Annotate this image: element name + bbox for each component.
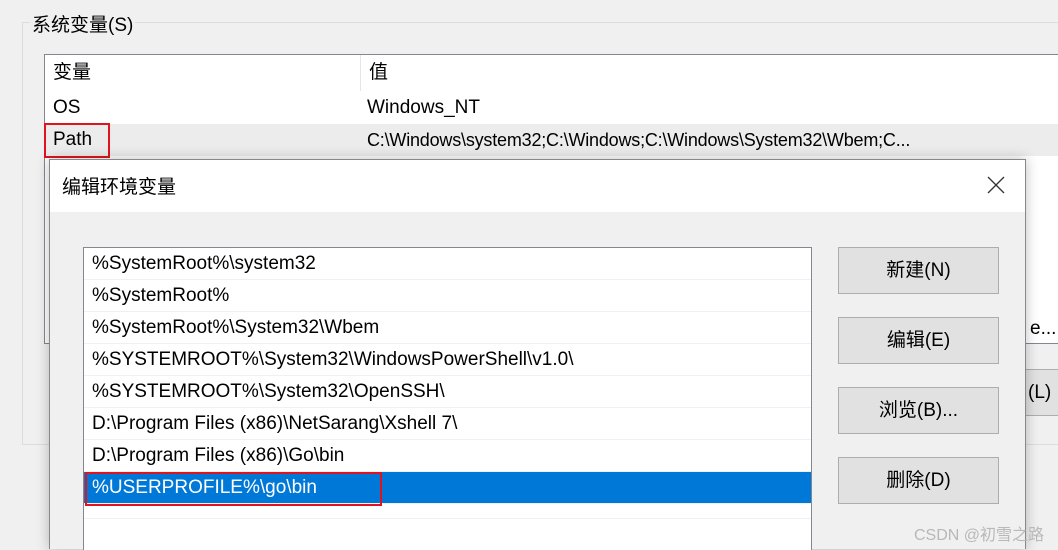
- path-list-item[interactable]: D:\Program Files (x86)\NetSarang\Xshell …: [84, 408, 811, 440]
- highlight-box-selected: [85, 472, 382, 506]
- path-list-item[interactable]: %SystemRoot%: [84, 280, 811, 312]
- path-list-item[interactable]: %SYSTEMROOT%\System32\OpenSSH\: [84, 376, 811, 408]
- variable-value: C:\Windows\system32;C:\Windows;C:\Window…: [367, 130, 911, 150]
- path-list-item[interactable]: %SYSTEMROOT%\System32\WindowsPowerShell\…: [84, 344, 811, 376]
- partial-button[interactable]: (L): [1025, 369, 1058, 416]
- variable-row-path[interactable]: Path C:\Windows\system32;C:\Windows;C:\W…: [45, 124, 1058, 156]
- path-list-item[interactable]: %SystemRoot%\system32: [84, 248, 811, 280]
- variable-row-os[interactable]: OS Windows_NT: [45, 92, 1058, 124]
- highlight-box-path: [44, 123, 110, 158]
- delete-button[interactable]: 删除(D): [838, 457, 999, 504]
- partial-button-label: e...: [1030, 318, 1057, 339]
- path-list-item[interactable]: %SystemRoot%\System32\Wbem: [84, 312, 811, 344]
- empty-list-row[interactable]: [84, 504, 811, 519]
- dialog-title: 编辑环境变量: [62, 177, 177, 198]
- browse-button[interactable]: 浏览(B)...: [838, 387, 999, 434]
- watermark: CSDN @初雪之路: [913, 527, 1044, 544]
- path-list-item[interactable]: D:\Program Files (x86)\Go\bin: [84, 440, 811, 472]
- close-icon[interactable]: [985, 174, 1007, 196]
- new-button[interactable]: 新建(N): [838, 247, 999, 294]
- group-title: 系统变量(S): [30, 10, 136, 37]
- column-header-name[interactable]: 变量: [45, 55, 91, 91]
- title-bar: 编辑环境变量: [50, 160, 1025, 212]
- partial-button-label: (L): [1028, 382, 1052, 403]
- variable-name: OS: [53, 97, 81, 118]
- variable-value: Windows_NT: [367, 97, 480, 118]
- column-header-value[interactable]: 值: [360, 55, 388, 91]
- edit-button[interactable]: 编辑(E): [838, 317, 999, 364]
